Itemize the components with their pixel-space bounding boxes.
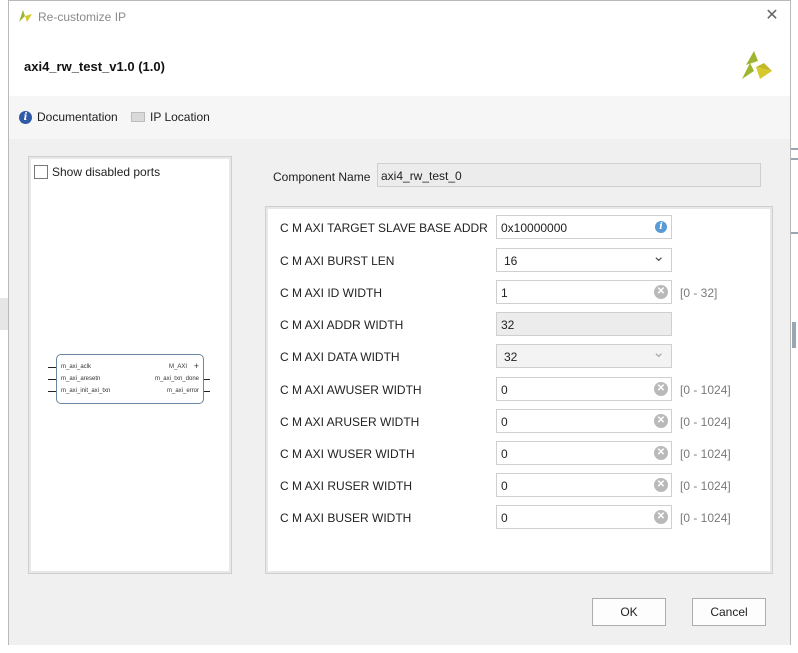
param-field[interactable]: 0 ✕ xyxy=(496,441,672,465)
param-range: [0 - 1024] xyxy=(680,479,731,493)
param-label: C M AXI AWUSER WIDTH xyxy=(280,383,422,397)
param-value: 1 xyxy=(501,286,508,300)
window-title: Re-customize IP xyxy=(38,10,127,24)
port-label: m_axi_aclk xyxy=(61,364,92,370)
parameters-panel: C M AXI TARGET SLAVE BASE ADDR 0x10000000… xyxy=(265,206,773,574)
pin-line xyxy=(48,367,56,368)
chevron-down-icon[interactable]: ⌄ xyxy=(652,247,665,265)
param-value: 0 xyxy=(501,415,508,429)
component-name-label: Component Name xyxy=(273,170,371,184)
clear-icon[interactable]: ✕ xyxy=(654,414,668,428)
param-value: 32 xyxy=(501,318,515,332)
param-range: [0 - 1024] xyxy=(680,447,731,461)
clear-icon[interactable]: ✕ xyxy=(654,446,668,460)
param-label: C M AXI ARUSER WIDTH xyxy=(280,415,420,429)
param-value: 0 xyxy=(501,479,508,493)
show-disabled-ports-checkbox[interactable] xyxy=(34,165,48,179)
close-icon[interactable]: ✕ xyxy=(762,6,782,26)
clear-icon[interactable]: ✕ xyxy=(654,382,668,396)
port-label: m_axi_error xyxy=(166,388,199,394)
param-value: 16 xyxy=(504,254,518,268)
param-range: [0 - 32] xyxy=(680,286,718,300)
vendor-logo-icon xyxy=(742,51,772,79)
toolbar: i Documentation IP Location xyxy=(9,96,790,140)
background-fragment xyxy=(0,298,8,330)
background-fragment xyxy=(790,158,798,160)
param-range: [0 - 1024] xyxy=(680,511,731,525)
param-label: C M AXI BUSER WIDTH xyxy=(280,511,412,525)
background-fragment xyxy=(790,232,798,234)
recustomize-ip-dialog: Re-customize IP ✕ axi4_rw_test_v1.0 (1.0… xyxy=(8,0,791,645)
pin-line xyxy=(48,391,56,392)
show-disabled-ports-label: Show disabled ports xyxy=(52,165,161,179)
port-label: m_axi_txn_done xyxy=(154,376,199,382)
ip-location-label: IP Location xyxy=(150,110,210,124)
chevron-down-icon: ⌄ xyxy=(652,344,665,361)
clear-icon[interactable]: ✕ xyxy=(654,478,668,492)
param-value: 32 xyxy=(504,350,518,364)
param-value: 0x10000000 xyxy=(501,221,568,235)
ip-title: axi4_rw_test_v1.0 (1.0) xyxy=(24,59,165,74)
folder-icon xyxy=(131,112,145,122)
port-label: m_axi_init_axi_txn xyxy=(61,388,111,394)
param-field: 32 xyxy=(496,312,672,336)
param-label: C M AXI DATA WIDTH xyxy=(280,350,400,364)
ip-block-symbol[interactable]: m_axi_aclk m_axi_aresetn m_axi_init_axi_… xyxy=(56,354,204,404)
pin-line xyxy=(48,379,56,380)
param-value: 0 xyxy=(501,511,508,525)
param-label: C M AXI WUSER WIDTH xyxy=(280,447,415,461)
symbol-panel: Show disabled ports m_axi_aclk m_axi_are… xyxy=(28,156,232,574)
ip-location-link[interactable]: IP Location xyxy=(131,110,210,124)
documentation-label: Documentation xyxy=(37,110,118,124)
param-range: [0 - 1024] xyxy=(680,415,731,429)
param-label: C M AXI TARGET SLAVE BASE ADDR xyxy=(280,221,488,235)
background-fragment xyxy=(792,322,796,348)
info-icon: i xyxy=(19,110,32,124)
documentation-link[interactable]: i Documentation xyxy=(19,110,118,124)
param-range: [0 - 1024] xyxy=(680,383,731,397)
param-field[interactable]: 0x10000000 i xyxy=(496,215,672,239)
dialog-header: axi4_rw_test_v1.0 (1.0) xyxy=(9,32,790,97)
clear-icon[interactable]: ✕ xyxy=(654,285,668,299)
param-label: C M AXI ADDR WIDTH xyxy=(280,318,404,332)
param-label: C M AXI RUSER WIDTH xyxy=(280,479,413,493)
clear-icon[interactable]: ✕ xyxy=(654,510,668,524)
port-label: m_axi_aresetn xyxy=(61,376,101,382)
param-field[interactable]: 0 ✕ xyxy=(496,409,672,433)
title-bar: Re-customize IP ✕ xyxy=(9,1,790,32)
ok-button[interactable]: OK xyxy=(592,598,666,626)
param-label: C M AXI ID WIDTH xyxy=(280,286,382,300)
param-value: 0 xyxy=(501,447,508,461)
component-name-input[interactable]: axi4_rw_test_0 xyxy=(377,163,761,187)
content-area: Show disabled ports m_axi_aclk m_axi_are… xyxy=(9,139,790,583)
info-icon[interactable]: i xyxy=(655,221,667,233)
dialog-footer: OK Cancel xyxy=(9,583,790,645)
param-field[interactable]: 0 ✕ xyxy=(496,377,672,401)
plus-icon[interactable]: + xyxy=(194,361,199,371)
param-field: 32 ⌄ xyxy=(496,344,672,368)
app-logo-icon xyxy=(19,10,32,22)
param-label: C M AXI BURST LEN xyxy=(280,254,395,268)
param-field[interactable]: 0 ✕ xyxy=(496,473,672,497)
param-field[interactable]: 1 ✕ xyxy=(496,280,672,304)
cancel-button[interactable]: Cancel xyxy=(692,598,766,626)
param-field[interactable]: 16 ⌄ xyxy=(496,248,672,272)
background-fragment xyxy=(790,148,798,150)
port-label: M_AXI xyxy=(168,364,187,370)
param-field[interactable]: 0 ✕ xyxy=(496,505,672,529)
param-value: 0 xyxy=(501,383,508,397)
